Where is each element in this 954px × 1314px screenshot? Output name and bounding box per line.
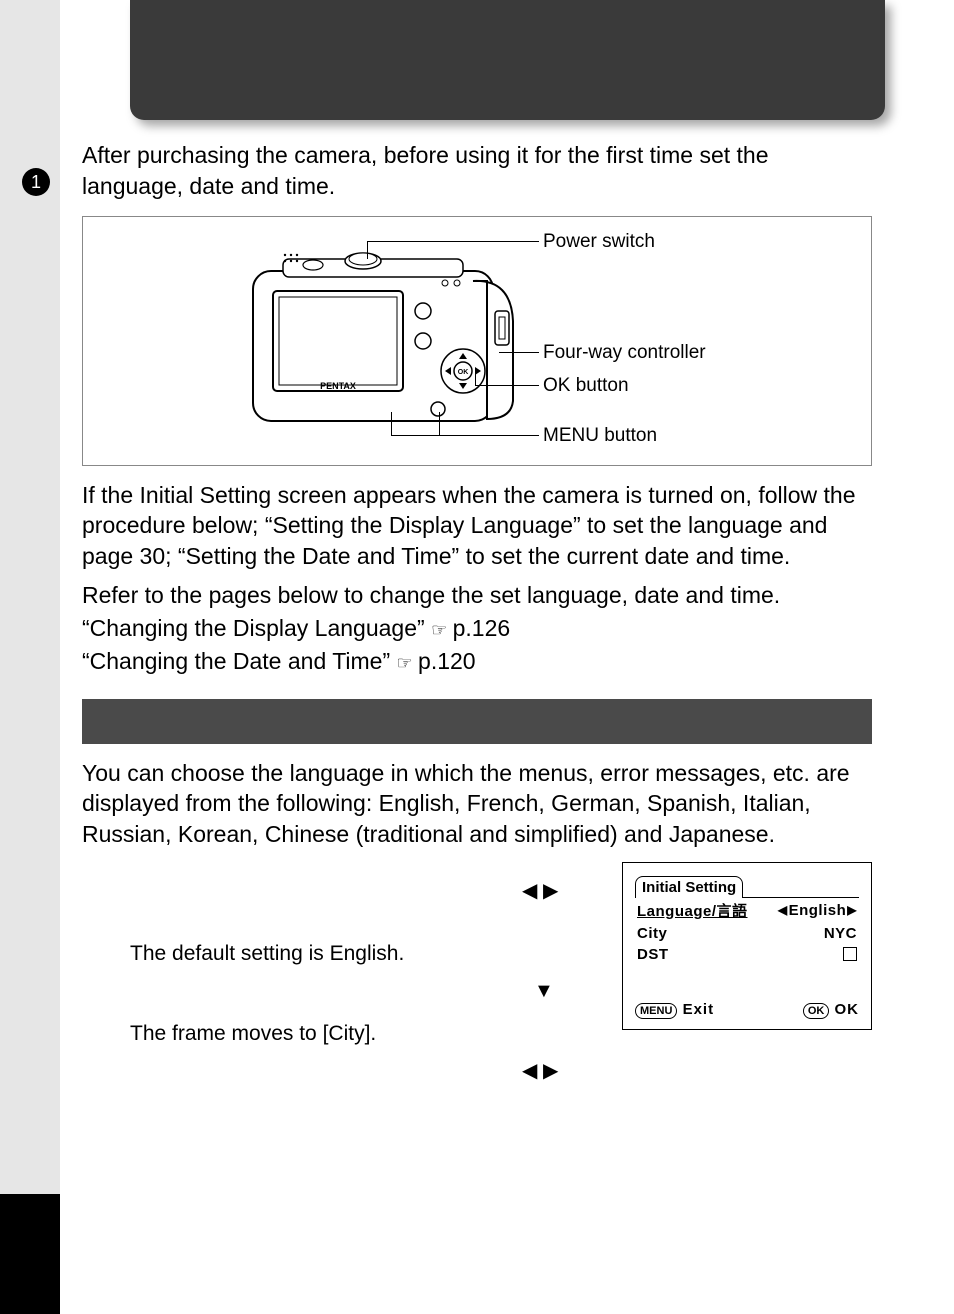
triangle-right-icon: ▶ <box>847 903 857 917</box>
page-corner <box>0 1194 60 1314</box>
pointer-icon: ☞ <box>431 620 446 640</box>
chapter-header-band <box>130 0 885 120</box>
lcd-footer: MENU Exit OK OK <box>635 1001 859 1019</box>
label-power-switch: Power switch <box>543 231 655 253</box>
svg-text:PENTAX: PENTAX <box>320 381 356 391</box>
ref-change-date-time: “Changing the Date and Time” ☞ p.120 <box>82 646 872 677</box>
svg-text:OK: OK <box>458 369 469 376</box>
lcd-exit-label: Exit <box>683 1001 715 1018</box>
steps-area: ◀ ▶ The default setting is English. ▼ Th… <box>82 862 872 1082</box>
label-menu-button: MENU button <box>543 425 657 447</box>
camera-figure: PENTAX OK Power switch <box>82 216 872 466</box>
section-heading-band <box>82 699 872 744</box>
ref2-page: p.120 <box>418 648 476 674</box>
content-area: After purchasing the camera, before usin… <box>82 140 872 1082</box>
step2-note: The frame moves to [City]. <box>130 1022 376 1046</box>
menu-pill-icon: MENU <box>635 1003 677 1019</box>
arrows-left-right-icon: ◀ ▶ <box>522 878 558 903</box>
lcd-screenshot: Initial Setting Language/言語 ◀ English ▶ … <box>622 862 872 1030</box>
lcd-ok-label: OK <box>835 1001 860 1018</box>
lcd-city-key: City <box>637 925 667 942</box>
left-margin <box>0 0 60 1314</box>
lcd-language-value: ◀ English ▶ <box>778 902 857 919</box>
lcd-row-city: City NYC <box>635 923 859 944</box>
triangle-left-icon: ◀ <box>778 903 788 917</box>
intro-paragraph: After purchasing the camera, before usin… <box>82 140 872 202</box>
camera-illustration: PENTAX OK <box>243 241 523 441</box>
ref-change-language: “Changing the Display Language” ☞ p.126 <box>82 613 872 644</box>
chapter-badge: 1 <box>22 168 50 196</box>
lcd-city-value: NYC <box>824 925 857 942</box>
lcd-footer-right: OK OK <box>803 1001 859 1019</box>
lcd-panel: Language/言語 ◀ English ▶ City NYC DST <box>635 897 859 1019</box>
paragraph-languages: You can choose the language in which the… <box>82 758 872 850</box>
lcd-row-language: Language/言語 ◀ English ▶ <box>635 898 859 923</box>
ref1-page: p.126 <box>453 615 511 641</box>
paragraph-refer: Refer to the pages below to change the s… <box>82 580 872 611</box>
step1-note: The default setting is English. <box>130 942 404 966</box>
lcd-row-dst: DST <box>635 944 859 965</box>
lcd-dst-key: DST <box>637 946 669 963</box>
lcd-language-key: Language/言語 <box>637 900 748 921</box>
lcd-footer-left: MENU Exit <box>635 1001 714 1019</box>
pointer-icon: ☞ <box>397 653 412 673</box>
ref1-label: “Changing the Display Language” <box>82 615 425 641</box>
lcd-language-value-text: English <box>789 902 847 919</box>
label-ok-button: OK button <box>543 375 629 397</box>
arrow-down-icon: ▼ <box>534 980 554 1003</box>
paragraph-initial-setting: If the Initial Setting screen appears wh… <box>82 480 872 572</box>
ref2-label: “Changing the Date and Time” <box>82 648 390 674</box>
arrows-left-right-icon: ◀ ▶ <box>522 1058 558 1083</box>
lcd-title-tab: Initial Setting <box>635 876 743 898</box>
lcd-dst-checkbox <box>843 947 857 961</box>
ok-pill-icon: OK <box>803 1003 830 1019</box>
label-four-way: Four-way controller <box>543 342 706 364</box>
